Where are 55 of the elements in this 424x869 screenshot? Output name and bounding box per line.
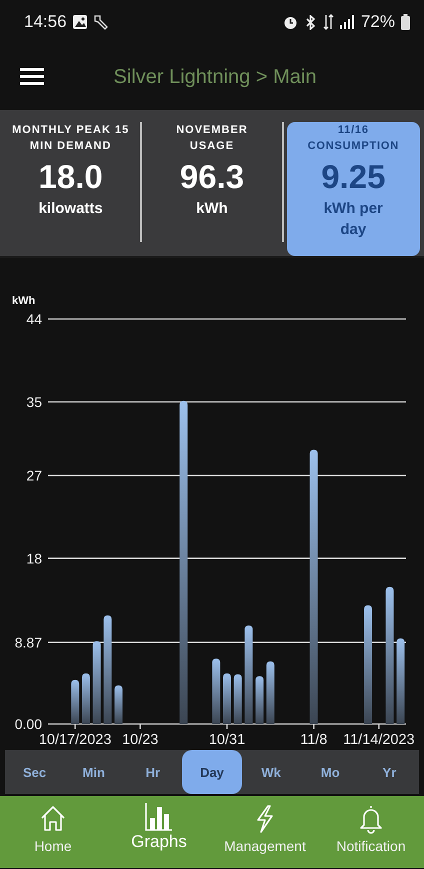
bar — [212, 658, 220, 724]
data-arrows-icon — [322, 14, 334, 30]
tick-label: 0.00 — [14, 716, 42, 732]
tick-label: 10/31 — [208, 732, 246, 748]
tick-label: 10/17/2023 — [38, 732, 112, 748]
stat-unit: kilowatts — [38, 199, 103, 219]
bluetooth-icon — [304, 14, 317, 30]
axis-label: kWh — [12, 295, 36, 307]
tick-label: 10/23 — [122, 732, 158, 748]
stat-label: 11/16 CONSUMPTION — [306, 123, 400, 154]
stat-card[interactable]: MONTHLY PEAK 15 MIN DEMAND 18.0 kilowatts — [4, 122, 138, 256]
stat-card[interactable]: NOVEMBER USAGE 96.3 kWh — [145, 122, 279, 256]
range-tab[interactable]: Hr — [123, 750, 182, 794]
stat-value: 9.25 — [321, 158, 386, 196]
nav-tab[interactable]: Home — [0, 796, 106, 868]
battery-icon — [401, 14, 410, 30]
nav-tab[interactable]: Notification — [318, 796, 424, 868]
stat-label: MONTHLY PEAK 15 MIN DEMAND — [11, 123, 130, 154]
bar — [114, 685, 123, 724]
stat-unit: kWh — [196, 199, 228, 219]
tick-label: 27 — [26, 467, 42, 484]
range-tab[interactable]: Yr — [360, 750, 419, 794]
flashlight-icon — [92, 14, 109, 30]
battery-percent: 72% — [360, 12, 395, 32]
bar — [256, 676, 264, 724]
stat-card[interactable]: 11/16 CONSUMPTION 9.25 kWh per day — [286, 122, 420, 256]
bar — [71, 680, 80, 724]
screen-title: Silver Lightning > Main — [112, 66, 318, 88]
bar — [82, 673, 90, 724]
tick-label: 35 — [26, 394, 42, 410]
tick-label: 44 — [26, 311, 42, 327]
stat-value: 18.0 — [38, 158, 103, 196]
range-tab[interactable]: Mo — [300, 750, 360, 794]
nav-tab[interactable]: Management — [212, 796, 318, 868]
alarm-clock-icon — [282, 14, 298, 30]
range-tab[interactable]: Day — [182, 750, 242, 794]
range-tab[interactable]: Min — [64, 750, 124, 794]
tick-label: 11/14/2023 — [343, 732, 415, 748]
stat-value: 96.3 — [180, 158, 244, 196]
tick-label: 11/8 — [300, 732, 328, 748]
range-tab[interactable]: Sec — [5, 750, 64, 794]
nav-tab[interactable]: Graphs — [106, 796, 212, 868]
stat-unit: kWh per day — [322, 199, 384, 240]
bar-chart-icon[interactable] — [144, 802, 174, 832]
tick-label: 8.87 — [14, 634, 42, 650]
bar — [234, 674, 242, 724]
clock-time: 14:56 — [24, 12, 67, 32]
range-tab[interactable]: Wk — [242, 750, 301, 794]
tick-label: 18 — [26, 550, 42, 566]
bar — [266, 661, 274, 724]
signal-icon — [340, 15, 355, 29]
bar — [223, 673, 231, 724]
image-icon — [72, 15, 87, 29]
stat-label: NOVEMBER USAGE — [175, 123, 249, 154]
menu-button[interactable] — [20, 67, 46, 87]
